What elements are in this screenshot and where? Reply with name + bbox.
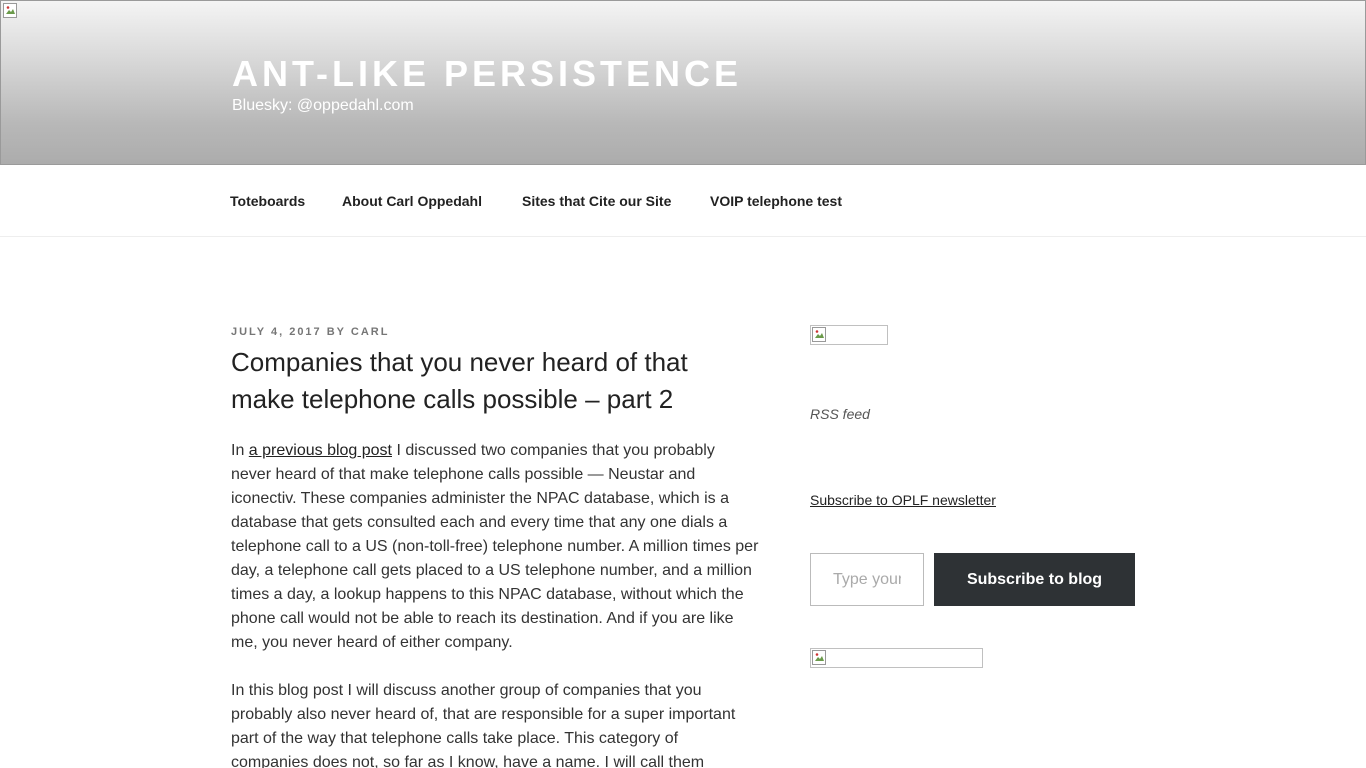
broken-image-icon [3,3,17,18]
subscribe-button[interactable]: Subscribe to blog [934,553,1135,606]
broken-image-icon [812,327,826,342]
post-paragraph: In this blog post I will discuss another… [231,682,736,768]
sidebar-image[interactable] [810,325,888,345]
post-by-label: BY [326,326,346,338]
nav-item-about-carl-oppedahl[interactable]: About Carl Oppedahl [342,193,482,209]
post-date-link[interactable]: JULY 4, 2017 [231,326,322,338]
site-title[interactable]: ANT-LIKE PERSISTENCE [232,53,742,95]
newsletter-link[interactable]: Subscribe to OPLF newsletter [810,492,996,508]
main-navigation: Toteboards About Carl Oppedahl Sites tha… [0,165,1366,237]
broken-image-icon [812,650,826,665]
post-author-link[interactable]: CARL [351,326,390,338]
nav-item-sites-that-cite[interactable]: Sites that Cite our Site [522,193,671,209]
nav-item-voip-telephone-test[interactable]: VOIP telephone test [710,193,842,209]
previous-post-link[interactable]: a previous blog post [249,442,392,459]
post-paragraph: In a previous blog post I discussed two … [231,439,759,655]
post-meta: JULY 4, 2017 BY CARL [231,326,389,338]
subscribe-email-input[interactable] [810,553,924,606]
site-header: ANT-LIKE PERSISTENCE Bluesky: @oppedahl.… [0,0,1366,165]
post-content: In a previous blog post I discussed two … [231,439,759,768]
nav-item-toteboards[interactable]: Toteboards [230,193,305,209]
rss-feed-label[interactable]: RSS feed [810,406,870,422]
sidebar-image[interactable] [810,648,983,668]
paragraph-text: In [231,442,249,459]
site-description: Bluesky: @oppedahl.com [232,97,414,114]
paragraph-text: I discussed two companies that you proba… [231,442,759,651]
post-title: Companies that you never heard of that m… [231,347,688,414]
